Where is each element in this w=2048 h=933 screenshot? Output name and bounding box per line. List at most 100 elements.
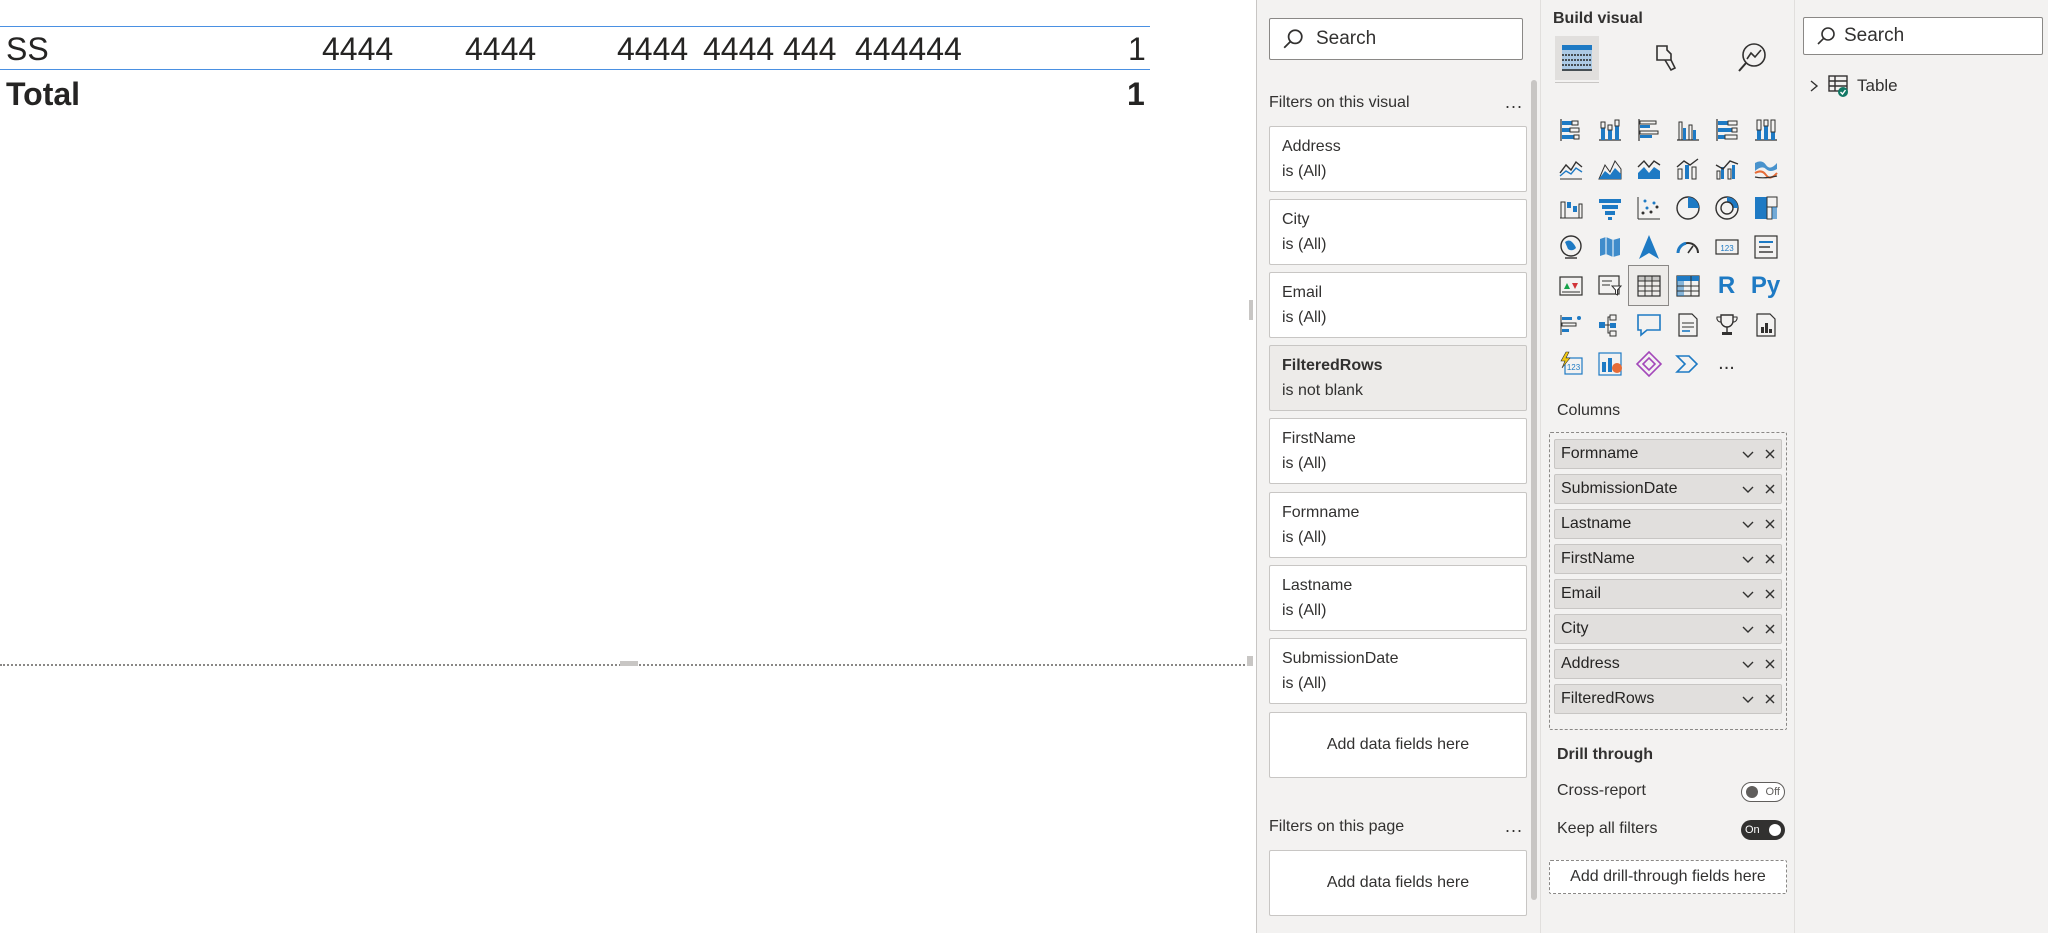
more-options-icon[interactable]: ... [1505,92,1523,113]
100-stacked-column-chart-icon[interactable] [1746,110,1785,149]
matrix-icon[interactable] [1668,266,1707,305]
ribbon-chart-icon[interactable] [1746,149,1785,188]
scatter-chart-icon[interactable] [1629,188,1668,227]
100-stacked-bar-chart-icon[interactable] [1707,110,1746,149]
smart-narrative-icon[interactable] [1668,305,1707,344]
column-field-pill[interactable]: Lastname [1554,509,1782,539]
more-options-icon[interactable]: ... [1505,816,1523,837]
column-field-pill[interactable]: Formname [1554,439,1782,469]
close-icon[interactable] [1759,651,1781,677]
key-influencers-icon[interactable] [1551,305,1590,344]
chevron-down-icon[interactable] [1737,476,1759,502]
column-field-pill[interactable]: SubmissionDate [1554,474,1782,504]
filter-card-address[interactable]: Address is (All) [1269,126,1527,192]
filled-map-icon[interactable] [1590,227,1629,266]
filter-card-formname[interactable]: Formname is (All) [1269,492,1527,558]
columns-well[interactable]: Formname SubmissionDate Lastname FirstNa… [1549,432,1787,730]
r-script-visual-icon[interactable]: R [1707,266,1746,305]
stacked-column-chart-icon[interactable] [1590,110,1629,149]
resize-handle-right[interactable] [1249,300,1253,320]
treemap-icon[interactable] [1746,188,1785,227]
close-icon[interactable] [1759,581,1781,607]
area-chart-icon[interactable] [1590,149,1629,188]
slicer-icon[interactable] [1590,266,1629,305]
chevron-down-icon[interactable] [1737,651,1759,677]
visualizations-pane: Build visual 123 R Py 123 ... Columns Fo… [1540,0,1794,933]
map-globe-icon[interactable] [1551,227,1590,266]
row-label-cell: SS [6,31,49,67]
filters-scrollbar[interactable] [1531,80,1537,900]
power-apps-icon[interactable]: 123 [1551,344,1590,383]
clustered-bar-chart-icon[interactable] [1629,110,1668,149]
close-icon[interactable] [1759,616,1781,642]
stacked-area-chart-icon[interactable] [1629,149,1668,188]
chevron-down-icon[interactable] [1737,686,1759,712]
filter-name: FilteredRows [1282,357,1383,374]
field-name: Address [1561,655,1620,672]
keep-all-filters-toggle[interactable]: On [1741,820,1785,840]
chevron-right-icon[interactable] [1807,79,1821,93]
column-field-pill[interactable]: FilteredRows [1554,684,1782,714]
close-icon[interactable] [1759,511,1781,537]
column-field-pill[interactable]: Email [1554,579,1782,609]
close-icon[interactable] [1759,546,1781,572]
clustered-column-chart-icon[interactable] [1668,110,1707,149]
filters-search-input[interactable]: Search [1269,18,1523,60]
column-field-pill[interactable]: Address [1554,649,1782,679]
tab-underline [1555,82,1599,83]
chevron-down-icon[interactable] [1737,546,1759,572]
funnel-chart-icon[interactable] [1590,188,1629,227]
table-visual-icon[interactable] [1628,265,1669,306]
pie-chart-icon[interactable] [1668,188,1707,227]
close-icon[interactable] [1759,476,1781,502]
decomposition-tree-icon[interactable] [1590,305,1629,344]
line-and-clustered-column-icon[interactable] [1707,149,1746,188]
filter-name: Lastname [1282,577,1353,594]
gauge-icon[interactable] [1668,227,1707,266]
filter-card-submissiondate[interactable]: SubmissionDate is (All) [1269,638,1527,704]
resize-handle-bottom[interactable] [620,661,638,666]
chevron-down-icon[interactable] [1737,616,1759,642]
line-chart-icon[interactable] [1551,149,1590,188]
filter-card-firstname[interactable]: FirstName is (All) [1269,418,1527,484]
column-field-pill[interactable]: City [1554,614,1782,644]
azure-map-icon[interactable] [1629,227,1668,266]
table-cell: 444 [783,31,837,67]
paginated-report-icon[interactable] [1746,305,1785,344]
column-field-pill[interactable]: FirstName [1554,544,1782,574]
power-automate-icon[interactable] [1590,344,1629,383]
card-icon[interactable]: 123 [1707,227,1746,266]
add-visual-filter-well[interactable]: Add data fields here [1269,712,1527,778]
power-automate-chevron-icon[interactable] [1668,344,1707,383]
tab-build-visual[interactable] [1555,36,1599,80]
multi-row-card-icon[interactable] [1746,227,1785,266]
resize-handle-corner[interactable] [1247,656,1253,666]
tab-analytics[interactable] [1731,36,1775,80]
data-search-input[interactable]: Search [1803,17,2043,55]
donut-chart-icon[interactable] [1707,188,1746,227]
add-page-filter-well[interactable]: Add data fields here [1269,850,1527,916]
filter-card-lastname[interactable]: Lastname is (All) [1269,565,1527,631]
filter-card-filteredrows[interactable]: FilteredRows is not blank [1269,345,1527,411]
more-visuals-icon[interactable]: ... [1707,344,1746,383]
line-and-stacked-column-icon[interactable] [1668,149,1707,188]
chevron-down-icon[interactable] [1737,511,1759,537]
python-visual-icon[interactable]: Py [1746,266,1785,305]
table-visual[interactable]: SS 4444 4444 4444 4444 444 444444 1 Tota… [0,0,1253,668]
filter-card-city[interactable]: City is (All) [1269,199,1527,265]
stacked-bar-chart-icon[interactable] [1551,110,1590,149]
filter-card-email[interactable]: Email is (All) [1269,272,1527,338]
close-icon[interactable] [1759,441,1781,467]
metrics-trophy-icon[interactable] [1707,305,1746,344]
table-tree-item[interactable]: Table [1807,74,1898,98]
waterfall-chart-icon[interactable] [1551,188,1590,227]
close-icon[interactable] [1759,686,1781,712]
chevron-down-icon[interactable] [1737,441,1759,467]
chevron-down-icon[interactable] [1737,581,1759,607]
cross-report-toggle[interactable]: Off [1741,782,1785,802]
qa-chat-icon[interactable] [1629,305,1668,344]
kpi-icon[interactable] [1551,266,1590,305]
tab-format-visual[interactable] [1645,36,1689,80]
power-apps-diamond-icon[interactable] [1629,344,1668,383]
drill-through-fields-well[interactable]: Add drill-through fields here [1549,860,1787,894]
